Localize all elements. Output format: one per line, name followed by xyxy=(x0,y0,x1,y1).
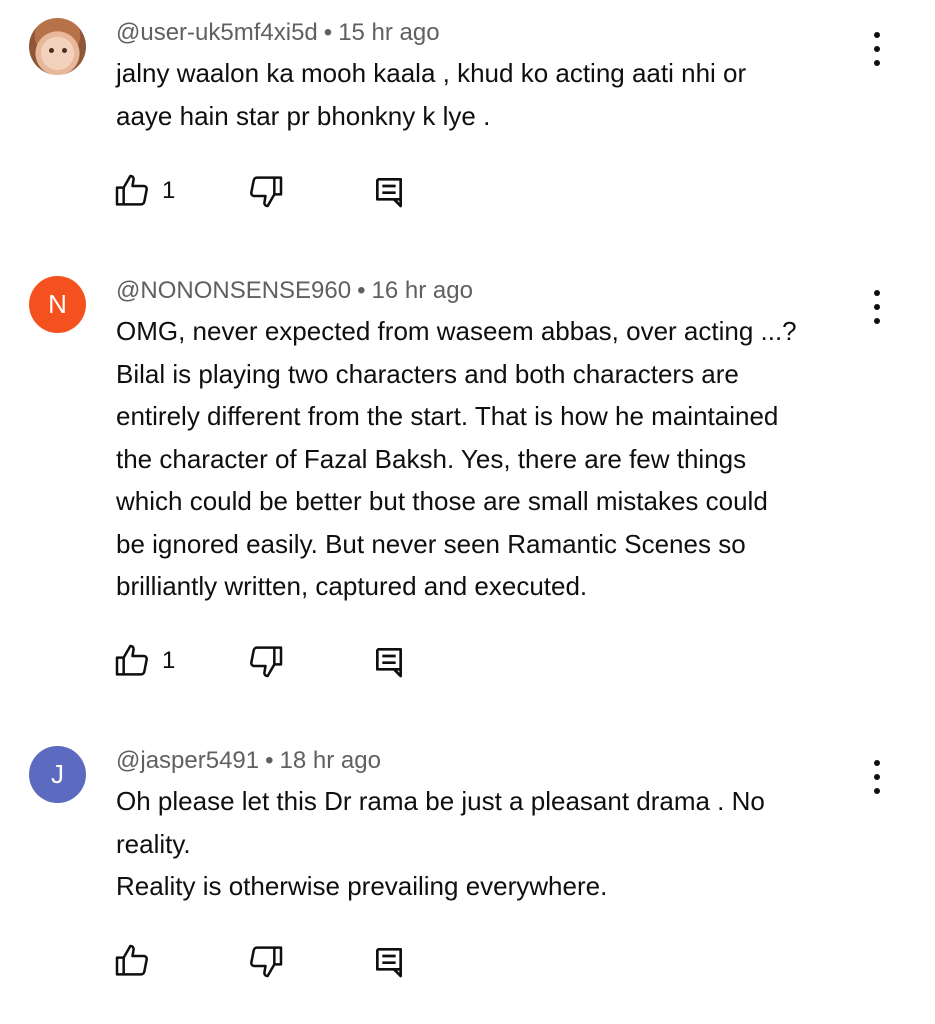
like-button[interactable]: 1 xyxy=(112,641,175,681)
comment-text-line: aaye hain star pr bhonkny k lye . xyxy=(116,100,491,131)
thumbs-up-icon xyxy=(115,944,148,976)
dislike-button[interactable] xyxy=(246,641,286,681)
comment-text-line: be ignored easily. But never seen Ramant… xyxy=(116,528,746,559)
comment-text-line: brilliantly written, captured and execut… xyxy=(116,571,588,601)
comment-text-line: which could be better but those are smal… xyxy=(116,486,768,516)
comment-text-line: OMG, never expected from waseem abbas, o… xyxy=(116,316,797,346)
comment-text-line: entirely different from the start. That … xyxy=(116,401,779,431)
comment-text-line: Bilal is playing two characters and both… xyxy=(116,358,739,389)
like-button[interactable] xyxy=(112,941,162,981)
comment-text-line: Reality is otherwise prevailing everywhe… xyxy=(116,871,608,901)
comment-text: Oh please let this Dr rama be just a ple… xyxy=(116,780,876,908)
reply-comment-icon xyxy=(376,648,402,678)
thumbs-down-icon xyxy=(250,946,283,978)
thumbs-up-icon xyxy=(115,174,148,206)
comment-time[interactable]: 16 hr ago xyxy=(372,277,473,304)
avatar-letter: J xyxy=(51,759,64,789)
comment-text: OMG, never expected from waseem abbas, o… xyxy=(116,310,876,608)
comment-author[interactable]: @user-uk5mf4xi5d xyxy=(116,19,318,46)
comment-header: @user-uk5mf4xi5d • 15 hr ago xyxy=(116,19,440,47)
separator-dot: • xyxy=(357,277,366,304)
reply-button[interactable] xyxy=(372,641,406,681)
comment-author[interactable]: @jasper5491 xyxy=(116,747,259,774)
comment-author[interactable]: @NONONSENSE960 xyxy=(116,277,351,304)
reply-button[interactable] xyxy=(372,941,406,981)
separator-dot: • xyxy=(265,747,274,774)
avatar[interactable]: J xyxy=(29,746,86,803)
like-button[interactable]: 1 xyxy=(112,171,175,211)
comment-text-line: the character of Fazal Baksh. Yes, there… xyxy=(116,443,747,474)
comment-time[interactable]: 15 hr ago xyxy=(338,19,439,46)
thumbs-down-icon xyxy=(250,176,283,208)
comment-text-line: jalny waalon ka mooh kaala , khud ko act… xyxy=(116,58,747,88)
separator-dot: • xyxy=(323,19,333,46)
reply-comment-icon xyxy=(376,948,402,978)
like-count: 1 xyxy=(162,647,176,674)
comment-text-line: reality. xyxy=(116,828,191,859)
comment-text-line: Oh please let this Dr rama be just a ple… xyxy=(116,786,765,816)
comment-header: @jasper5491 • 18 hr ago xyxy=(116,747,381,775)
thumbs-down-icon xyxy=(250,646,283,678)
comment-header: @NONONSENSE960 • 16 hr ago xyxy=(116,277,473,305)
reply-button[interactable] xyxy=(372,171,406,211)
avatar[interactable] xyxy=(29,18,86,75)
dislike-button[interactable] xyxy=(246,171,286,211)
like-count: 1 xyxy=(162,177,176,204)
comment-time[interactable]: 18 hr ago xyxy=(280,747,381,774)
avatar[interactable]: N xyxy=(29,276,86,333)
avatar-letter: N xyxy=(48,289,67,319)
reply-comment-icon xyxy=(376,178,402,208)
dislike-button[interactable] xyxy=(246,941,286,981)
thumbs-up-icon xyxy=(115,644,148,676)
comment-text: jalny waalon ka mooh kaala , khud ko act… xyxy=(116,52,876,137)
